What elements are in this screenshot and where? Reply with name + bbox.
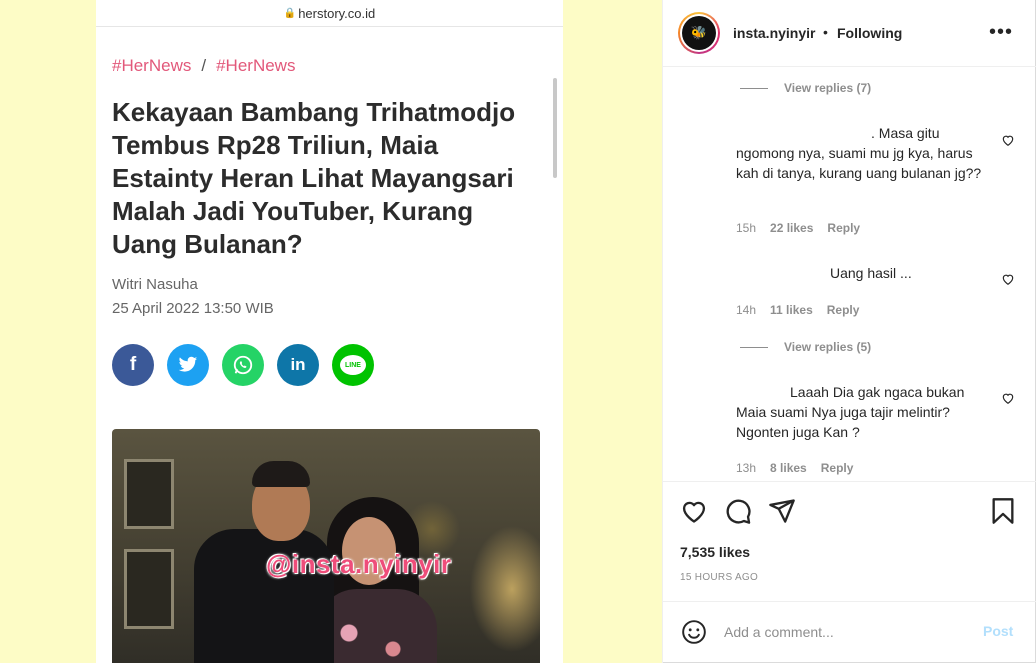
likes-count[interactable]: 7,535 likes — [680, 544, 750, 560]
crumb-1: #HerNews — [112, 56, 192, 75]
watermark: @insta.nyinyir — [266, 549, 452, 579]
url-bar: 🔒 herstory.co.id — [96, 0, 563, 27]
article-headline: Kekayaan Bambang Trihatmodjo Tembus Rp28… — [112, 97, 516, 259]
comment-meta: 14h 11 likes Reply — [736, 303, 873, 317]
comment-heart-icon[interactable] — [1001, 272, 1015, 286]
emoji-icon[interactable] — [681, 619, 707, 645]
view-replies-button[interactable]: View replies (5) — [740, 340, 871, 354]
comment-time: 15h — [736, 221, 757, 235]
reply-button[interactable]: Reply — [821, 461, 854, 475]
comment-likes[interactable]: 22 likes — [770, 221, 813, 235]
avatar[interactable]: 🐝 — [678, 12, 720, 54]
bookmark-icon[interactable] — [989, 497, 1017, 525]
post-panel: 🐝 insta.nyinyir • Following ••• View rep… — [663, 0, 1036, 663]
crumb-2: #HerNews — [216, 56, 296, 75]
following-button[interactable]: Following — [837, 25, 902, 41]
crumb-separator: / — [201, 56, 207, 75]
comment-likes[interactable]: 8 likes — [770, 461, 807, 475]
post-media[interactable]: 🔒 herstory.co.id #HerNews / #HerNews Kekay… — [0, 0, 663, 663]
divider — [740, 346, 768, 348]
comment-line: ngomong nya, suami mu jg kya, harus kah … — [736, 145, 982, 181]
twitter-icon — [167, 344, 209, 386]
comment-heart-icon[interactable] — [1001, 391, 1015, 405]
post-button[interactable]: Post — [983, 623, 1013, 639]
facebook-icon: f — [112, 344, 154, 386]
view-replies-label: View replies (7) — [784, 81, 872, 95]
comment-meta: 13h 8 likes Reply — [736, 461, 867, 475]
comment-time: 14h — [736, 303, 757, 317]
view-replies-label: View replies (5) — [784, 340, 872, 354]
article-author: Witri Nasuha — [112, 276, 198, 293]
username-link[interactable]: insta.nyinyir — [733, 25, 815, 41]
heart-icon[interactable] — [680, 497, 708, 525]
post-timestamp: 15 HOURS AGO — [680, 572, 759, 583]
divider — [740, 87, 768, 89]
url-text: herstory.co.id — [298, 5, 376, 21]
article-photo: @insta.nyinyir — [112, 429, 540, 663]
comment-time: 13h — [736, 461, 757, 475]
line-icon: LINE — [332, 344, 374, 386]
breadcrumb: #HerNews / #HerNews — [112, 56, 295, 76]
comment-icon[interactable] — [724, 497, 752, 525]
scrollbar — [553, 78, 557, 178]
lock-icon: 🔒 — [283, 7, 297, 19]
more-options-icon[interactable]: ••• — [989, 22, 1013, 42]
avatar-image: 🐝 — [682, 16, 716, 50]
comment-line: . Masa gitu — [871, 125, 940, 141]
comment-text: Uang hasil ... — [830, 265, 912, 281]
add-comment-input[interactable] — [724, 620, 964, 644]
reply-button[interactable]: Reply — [827, 221, 860, 235]
article-screenshot: 🔒 herstory.co.id #HerNews / #HerNews Kekay… — [96, 0, 563, 663]
comment-likes[interactable]: 11 likes — [770, 303, 813, 317]
comment-heart-icon[interactable] — [1001, 133, 1015, 147]
share-buttons: f in LINE — [112, 344, 374, 386]
separator-dot: • — [823, 24, 828, 40]
comment-meta: 15h 22 likes Reply — [736, 221, 874, 235]
comment-text: Laaah Dia gak ngaca bukan Maia suami Nya… — [736, 382, 986, 442]
add-comment-bar: Post — [663, 601, 1036, 663]
view-replies-button[interactable]: View replies (7) — [740, 81, 871, 95]
comment-text: . Masa gitu ngomong nya, suami mu jg kya… — [736, 123, 986, 183]
linkedin-icon: in — [277, 344, 319, 386]
comment-line: Maia suami Nya juga tajir melintir? Ngon… — [736, 404, 950, 440]
reply-button[interactable]: Reply — [827, 303, 860, 317]
post-actions: 7,535 likes 15 HOURS AGO — [663, 481, 1036, 601]
whatsapp-icon — [222, 344, 264, 386]
post-header: 🐝 insta.nyinyir • Following ••• — [663, 0, 1036, 67]
comments-list: View replies (7) . Masa gitu ngomong nya… — [663, 68, 1036, 481]
article-date: 25 April 2022 13:50 WIB — [112, 300, 274, 317]
comment-line: Laaah Dia gak ngaca bukan — [790, 384, 965, 400]
share-icon[interactable] — [768, 497, 796, 525]
